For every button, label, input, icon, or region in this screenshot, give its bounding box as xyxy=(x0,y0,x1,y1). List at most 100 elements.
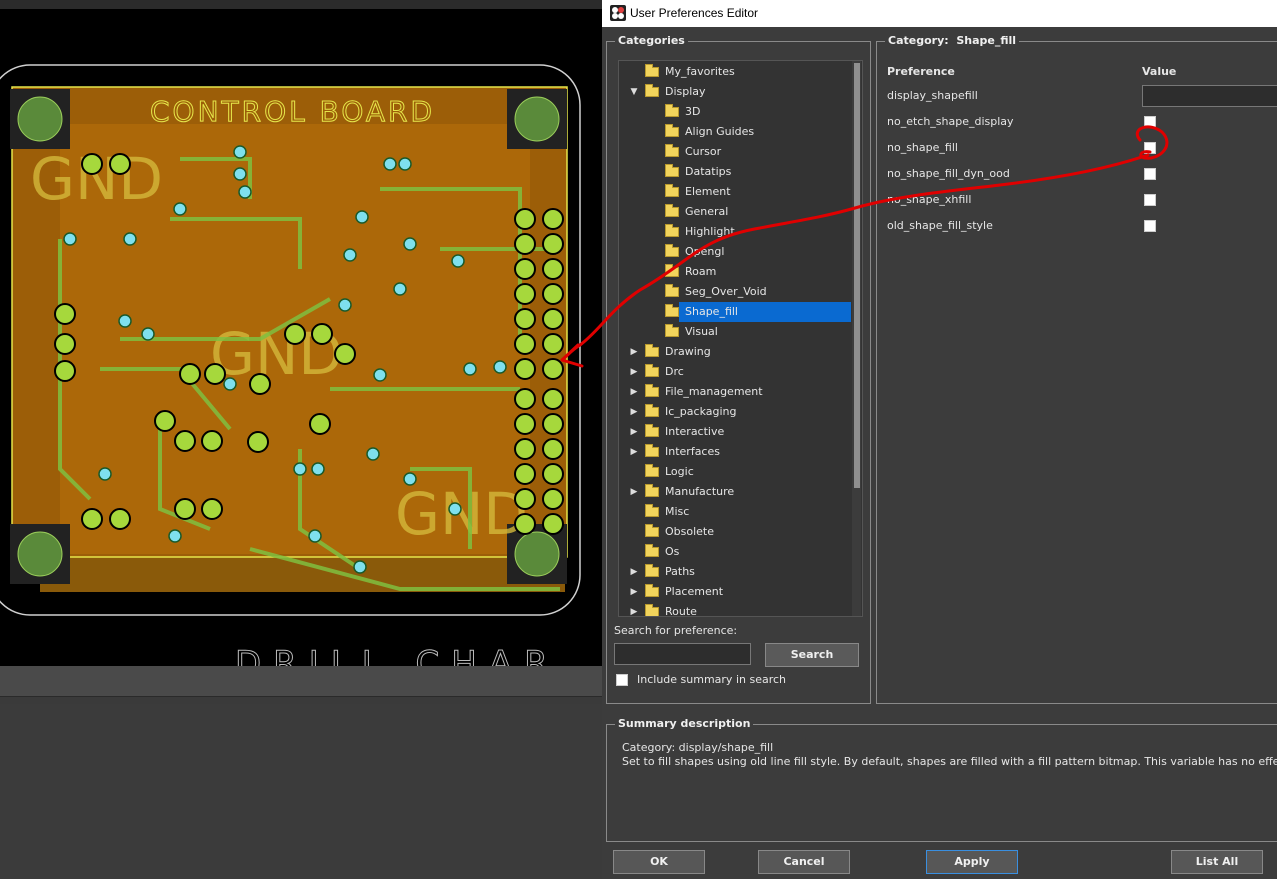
via xyxy=(308,529,322,543)
expand-arrow-icon[interactable]: ▶ xyxy=(629,562,639,582)
via xyxy=(366,447,380,461)
expand-arrow-icon[interactable]: ▶ xyxy=(629,442,639,462)
via xyxy=(168,529,182,543)
tree-item-logic[interactable]: Logic xyxy=(619,462,851,482)
board-title-text: CONTROL BOARD xyxy=(150,95,435,128)
tree-item-label: Shape_fill xyxy=(685,305,738,318)
tree-item-label: Visual xyxy=(685,325,718,338)
expand-arrow-icon[interactable]: ▶ xyxy=(629,382,639,402)
apply-button[interactable]: Apply xyxy=(926,850,1018,874)
via xyxy=(233,145,247,159)
preference-name: no_shape_xhfill xyxy=(887,193,972,206)
tree-item-ic-packaging[interactable]: ▶ Ic_packaging xyxy=(619,402,851,422)
preference-value-input[interactable] xyxy=(1142,85,1277,107)
through-hole-pad xyxy=(514,308,536,330)
tree-item-opengl[interactable]: Opengl xyxy=(619,242,851,262)
through-hole-pad xyxy=(109,508,131,530)
through-hole-pad xyxy=(174,430,196,452)
through-hole-pad xyxy=(514,283,536,305)
dialog-title: User Preferences Editor xyxy=(630,6,759,20)
tree-item-highlight[interactable]: Highlight xyxy=(619,222,851,242)
via xyxy=(233,167,247,181)
pcb-canvas[interactable]: GND GND GND CONTROL BOARD DRILL CHAR xyxy=(0,0,602,879)
preference-checkbox[interactable] xyxy=(1144,194,1156,206)
tree-item-placement[interactable]: ▶ Placement xyxy=(619,582,851,602)
folder-icon xyxy=(645,64,659,77)
tree-item-visual[interactable]: Visual xyxy=(619,322,851,342)
tree-item-drawing[interactable]: ▶ Drawing xyxy=(619,342,851,362)
expand-arrow-icon[interactable]: ▶ xyxy=(629,422,639,442)
tree-item-datatips[interactable]: Datatips xyxy=(619,162,851,182)
tree-item-3d[interactable]: 3D xyxy=(619,102,851,122)
app-icon xyxy=(610,5,626,21)
expand-arrow-icon[interactable]: ▶ xyxy=(629,602,639,616)
preference-checkbox[interactable] xyxy=(1144,220,1156,232)
expand-arrow-icon[interactable]: ▶ xyxy=(629,362,639,382)
tree-item-interactive[interactable]: ▶ Interactive xyxy=(619,422,851,442)
tree-scrollbar[interactable] xyxy=(852,61,861,616)
cancel-button[interactable]: Cancel xyxy=(758,850,850,874)
tree-item-paths[interactable]: ▶ Paths xyxy=(619,562,851,582)
tree-item-align-guides[interactable]: Align Guides xyxy=(619,122,851,142)
list-all-button[interactable]: List All xyxy=(1171,850,1263,874)
folder-icon xyxy=(665,244,679,257)
expand-arrow-icon[interactable]: ▶ xyxy=(629,402,639,422)
preference-checkbox[interactable] xyxy=(1144,168,1156,180)
tree-item-label: 3D xyxy=(685,105,701,118)
through-hole-pad xyxy=(109,153,131,175)
tree-item-label: Opengl xyxy=(685,245,725,258)
category-tree[interactable]: ▶ Route ▶ Placement ▶ Paths Os Obsolete Misc ▶ Man… xyxy=(618,60,863,617)
dialog-titlebar[interactable]: User Preferences Editor xyxy=(602,0,1277,27)
via xyxy=(355,210,369,224)
preference-checkbox[interactable] xyxy=(1144,116,1156,128)
tree-item-label: Os xyxy=(665,545,680,558)
tree-item-seg-over-void[interactable]: Seg_Over_Void xyxy=(619,282,851,302)
tree-item-general[interactable]: General xyxy=(619,202,851,222)
folder-icon xyxy=(665,304,679,317)
tree-scrollbar-thumb[interactable] xyxy=(854,63,860,488)
tree-item-interfaces[interactable]: ▶ Interfaces xyxy=(619,442,851,462)
category-heading-value: Shape_fill xyxy=(956,34,1017,47)
expand-arrow-icon[interactable]: ▶ xyxy=(629,482,639,502)
ok-button[interactable]: OK xyxy=(613,850,705,874)
via xyxy=(493,360,507,374)
tree-item-label: Roam xyxy=(685,265,717,278)
summary-category: Category: display/shape_fill xyxy=(622,741,774,754)
pcb-console[interactable] xyxy=(0,704,602,879)
tree-item-element[interactable]: Element xyxy=(619,182,851,202)
collapse-arrow-icon[interactable]: ▼ xyxy=(629,82,639,102)
through-hole-pad xyxy=(514,513,536,535)
through-hole-pad xyxy=(204,363,226,385)
folder-icon xyxy=(645,364,659,377)
include-summary-checkbox[interactable] xyxy=(616,674,628,686)
tree-item-label: Drc xyxy=(665,365,684,378)
folder-icon xyxy=(665,324,679,337)
tree-item-obsolete[interactable]: Obsolete xyxy=(619,522,851,542)
tree-item-drc[interactable]: ▶ Drc xyxy=(619,362,851,382)
tree-item-cursor[interactable]: Cursor xyxy=(619,142,851,162)
through-hole-pad xyxy=(514,258,536,280)
tree-item-file-management[interactable]: ▶ File_management xyxy=(619,382,851,402)
pcb-board-view[interactable]: GND GND GND CONTROL BOARD DRILL CHAR xyxy=(0,9,602,675)
tree-item-os[interactable]: Os xyxy=(619,542,851,562)
search-input[interactable] xyxy=(614,643,751,665)
tree-item-shape-fill[interactable]: Shape_fill xyxy=(619,302,851,322)
tree-item-roam[interactable]: Roam xyxy=(619,262,851,282)
tree-item-my-favorites[interactable]: My_favorites xyxy=(619,62,851,82)
tree-item-misc[interactable]: Misc xyxy=(619,502,851,522)
folder-icon xyxy=(645,604,659,616)
pcb-command-bar[interactable] xyxy=(0,666,602,697)
via xyxy=(383,157,397,171)
via xyxy=(338,298,352,312)
search-button[interactable]: Search xyxy=(765,643,859,667)
through-hole-pad xyxy=(542,308,564,330)
through-hole-pad xyxy=(542,513,564,535)
tree-item-route[interactable]: ▶ Route xyxy=(619,602,851,616)
through-hole-pad xyxy=(514,208,536,230)
tree-item-display[interactable]: ▼ Display xyxy=(619,82,851,102)
tree-item-manufacture[interactable]: ▶ Manufacture xyxy=(619,482,851,502)
expand-arrow-icon[interactable]: ▶ xyxy=(629,342,639,362)
preference-checkbox[interactable] xyxy=(1144,142,1156,154)
expand-arrow-icon[interactable]: ▶ xyxy=(629,582,639,602)
via xyxy=(173,202,187,216)
